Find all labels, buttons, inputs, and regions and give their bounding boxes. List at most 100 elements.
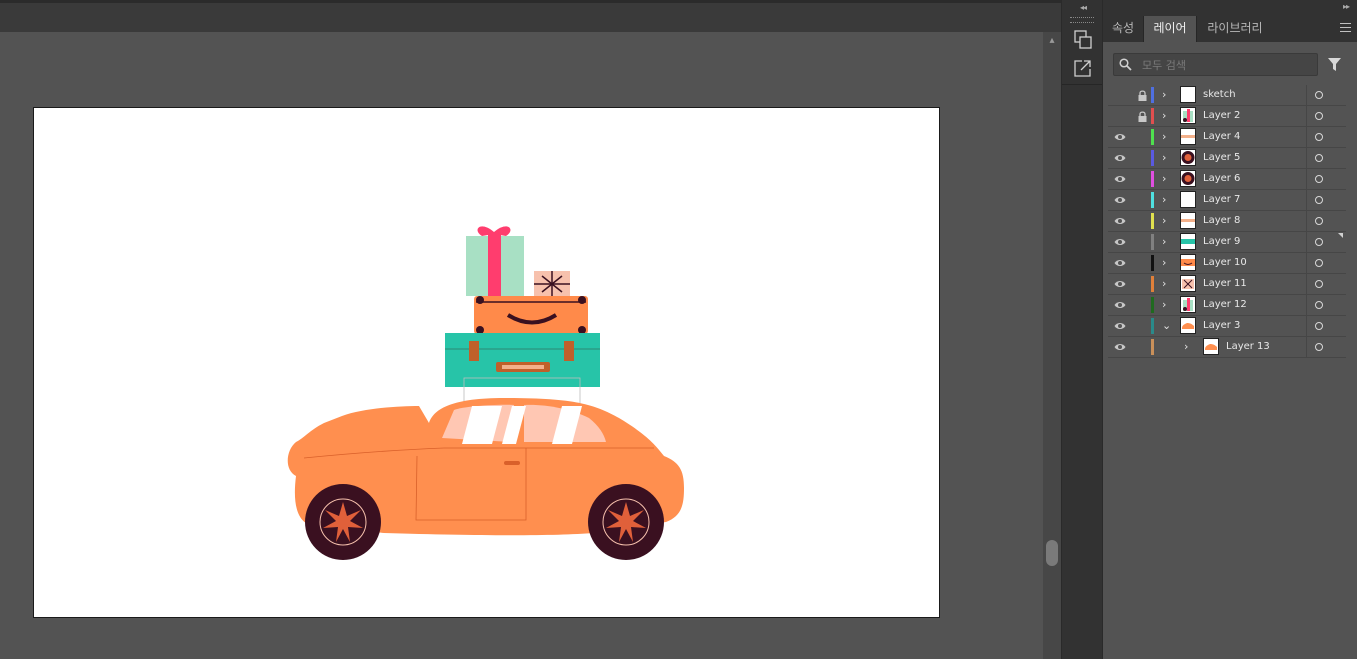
lock-toggle[interactable] bbox=[1138, 300, 1147, 311]
panel-resize-corner-icon[interactable] bbox=[1338, 233, 1343, 238]
layer-target-icon[interactable] bbox=[1315, 238, 1323, 246]
layer-name[interactable]: Layer 2 bbox=[1203, 110, 1240, 121]
layer-name[interactable]: Layer 9 bbox=[1203, 236, 1240, 247]
eye-icon[interactable] bbox=[1114, 195, 1126, 205]
lock-toggle[interactable] bbox=[1138, 132, 1147, 143]
tab-properties[interactable]: 속성 bbox=[1103, 16, 1143, 42]
hamburger-menu-icon[interactable] bbox=[1340, 23, 1351, 32]
layer-search-field[interactable] bbox=[1113, 53, 1318, 76]
lock-toggle[interactable] bbox=[1138, 258, 1147, 269]
scroll-up-arrow-icon[interactable]: ▴ bbox=[1047, 36, 1057, 46]
layer-name[interactable]: Layer 13 bbox=[1226, 341, 1270, 352]
layer-target-icon[interactable] bbox=[1315, 112, 1323, 120]
lock-toggle[interactable] bbox=[1138, 174, 1147, 185]
lock-toggle[interactable] bbox=[1138, 279, 1147, 290]
layer-row[interactable]: › Layer 6 bbox=[1108, 169, 1346, 190]
layer-target-icon[interactable] bbox=[1315, 175, 1323, 183]
filter-icon[interactable] bbox=[1327, 57, 1342, 72]
layer-thumbnail bbox=[1203, 338, 1219, 355]
column-divider bbox=[1306, 85, 1307, 105]
layer-target-icon[interactable] bbox=[1315, 259, 1323, 267]
tab-libraries[interactable]: 라이브러리 bbox=[1197, 16, 1273, 42]
tab-layers[interactable]: 레이어 bbox=[1143, 16, 1197, 42]
scrollbar-thumb[interactable] bbox=[1046, 540, 1058, 566]
visibility-toggle[interactable] bbox=[1114, 111, 1126, 121]
chevron-right-icon[interactable]: › bbox=[1162, 152, 1172, 164]
chevron-right-icon[interactable]: › bbox=[1184, 341, 1194, 353]
layer-name[interactable]: Layer 6 bbox=[1203, 173, 1240, 184]
layer-row[interactable]: › Layer 8 bbox=[1108, 211, 1346, 232]
layer-row[interactable]: › Layer 7 bbox=[1108, 190, 1346, 211]
vertical-scrollbar[interactable]: ▴ bbox=[1043, 32, 1061, 659]
chevron-right-icon[interactable]: › bbox=[1162, 215, 1172, 227]
layer-target-icon[interactable] bbox=[1315, 217, 1323, 225]
car-illustration[interactable] bbox=[34, 108, 939, 617]
artboard[interactable] bbox=[33, 107, 940, 618]
eye-icon[interactable] bbox=[1114, 279, 1126, 289]
eye-icon[interactable] bbox=[1114, 132, 1126, 142]
eye-icon[interactable] bbox=[1114, 300, 1126, 310]
layer-target-icon[interactable] bbox=[1315, 343, 1323, 351]
layer-name[interactable]: Layer 10 bbox=[1203, 257, 1247, 268]
lock-toggle[interactable] bbox=[1138, 321, 1147, 332]
eye-icon[interactable] bbox=[1114, 237, 1126, 247]
dock-grip[interactable] bbox=[1070, 17, 1094, 23]
layer-name[interactable]: sketch bbox=[1203, 89, 1236, 100]
lock-icon[interactable] bbox=[1138, 111, 1147, 122]
layer-target-icon[interactable] bbox=[1315, 280, 1323, 288]
chevron-right-icon[interactable]: › bbox=[1162, 194, 1172, 206]
layer-target-icon[interactable] bbox=[1315, 133, 1323, 141]
chevron-right-icon[interactable]: › bbox=[1162, 89, 1172, 101]
lock-icon[interactable] bbox=[1138, 90, 1147, 101]
layer-row[interactable]: › Layer 5 bbox=[1108, 148, 1346, 169]
chevron-right-icon[interactable]: › bbox=[1162, 173, 1172, 185]
visibility-toggle[interactable] bbox=[1114, 90, 1126, 100]
chevron-down-icon[interactable]: ⌄ bbox=[1162, 320, 1172, 332]
layer-row[interactable]: ⌄ Layer 3 bbox=[1108, 316, 1346, 337]
layer-row[interactable]: › Layer 9 bbox=[1108, 232, 1346, 253]
arrange-documents-icon[interactable] bbox=[1070, 28, 1096, 52]
eye-icon[interactable] bbox=[1114, 153, 1126, 163]
layer-target-icon[interactable] bbox=[1315, 301, 1323, 309]
layer-name[interactable]: Layer 4 bbox=[1203, 131, 1240, 142]
lock-toggle[interactable] bbox=[1138, 153, 1147, 164]
search-input[interactable] bbox=[1140, 56, 1314, 75]
layer-row[interactable]: › Layer 11 bbox=[1108, 274, 1346, 295]
export-icon[interactable] bbox=[1070, 56, 1096, 80]
layer-name[interactable]: Layer 11 bbox=[1203, 278, 1247, 289]
layer-row[interactable]: › Layer 4 bbox=[1108, 127, 1346, 148]
eye-icon[interactable] bbox=[1114, 258, 1126, 268]
layer-color-swatch bbox=[1151, 192, 1154, 208]
layer-row[interactable]: › Layer 2 bbox=[1108, 106, 1346, 127]
layer-name[interactable]: Layer 8 bbox=[1203, 215, 1240, 226]
eye-icon[interactable] bbox=[1114, 216, 1126, 226]
lock-toggle[interactable] bbox=[1138, 237, 1147, 248]
chevron-right-icon[interactable]: › bbox=[1162, 278, 1172, 290]
layer-target-icon[interactable] bbox=[1315, 154, 1323, 162]
layer-target-icon[interactable] bbox=[1315, 196, 1323, 204]
layer-row[interactable]: › Layer 10 bbox=[1108, 253, 1346, 274]
lock-toggle[interactable] bbox=[1138, 216, 1147, 227]
layer-target-icon[interactable] bbox=[1315, 322, 1323, 330]
column-divider bbox=[1306, 169, 1307, 189]
chevron-right-icon[interactable]: › bbox=[1162, 257, 1172, 269]
layer-name[interactable]: Layer 5 bbox=[1203, 152, 1240, 163]
layer-name[interactable]: Layer 12 bbox=[1203, 299, 1247, 310]
eye-icon[interactable] bbox=[1114, 342, 1126, 352]
chevron-right-icon[interactable]: › bbox=[1162, 236, 1172, 248]
double-chevron-right-icon[interactable]: ▸▸ bbox=[1343, 2, 1350, 11]
layer-name[interactable]: Layer 3 bbox=[1203, 320, 1240, 331]
layer-row[interactable]: › Layer 12 bbox=[1108, 295, 1346, 316]
lock-toggle[interactable] bbox=[1138, 195, 1147, 206]
layer-row[interactable]: › sketch bbox=[1108, 85, 1346, 106]
lock-toggle[interactable] bbox=[1138, 342, 1147, 353]
chevron-right-icon[interactable]: › bbox=[1162, 299, 1172, 311]
layer-target-icon[interactable] bbox=[1315, 91, 1323, 99]
chevron-right-icon[interactable]: › bbox=[1162, 131, 1172, 143]
layer-name[interactable]: Layer 7 bbox=[1203, 194, 1240, 205]
eye-icon[interactable] bbox=[1114, 174, 1126, 184]
eye-icon[interactable] bbox=[1114, 321, 1126, 331]
chevron-right-icon[interactable]: › bbox=[1162, 110, 1172, 122]
layer-row[interactable]: › Layer 13 bbox=[1108, 337, 1346, 358]
double-chevron-left-icon[interactable]: ◂◂ bbox=[1062, 3, 1104, 12]
